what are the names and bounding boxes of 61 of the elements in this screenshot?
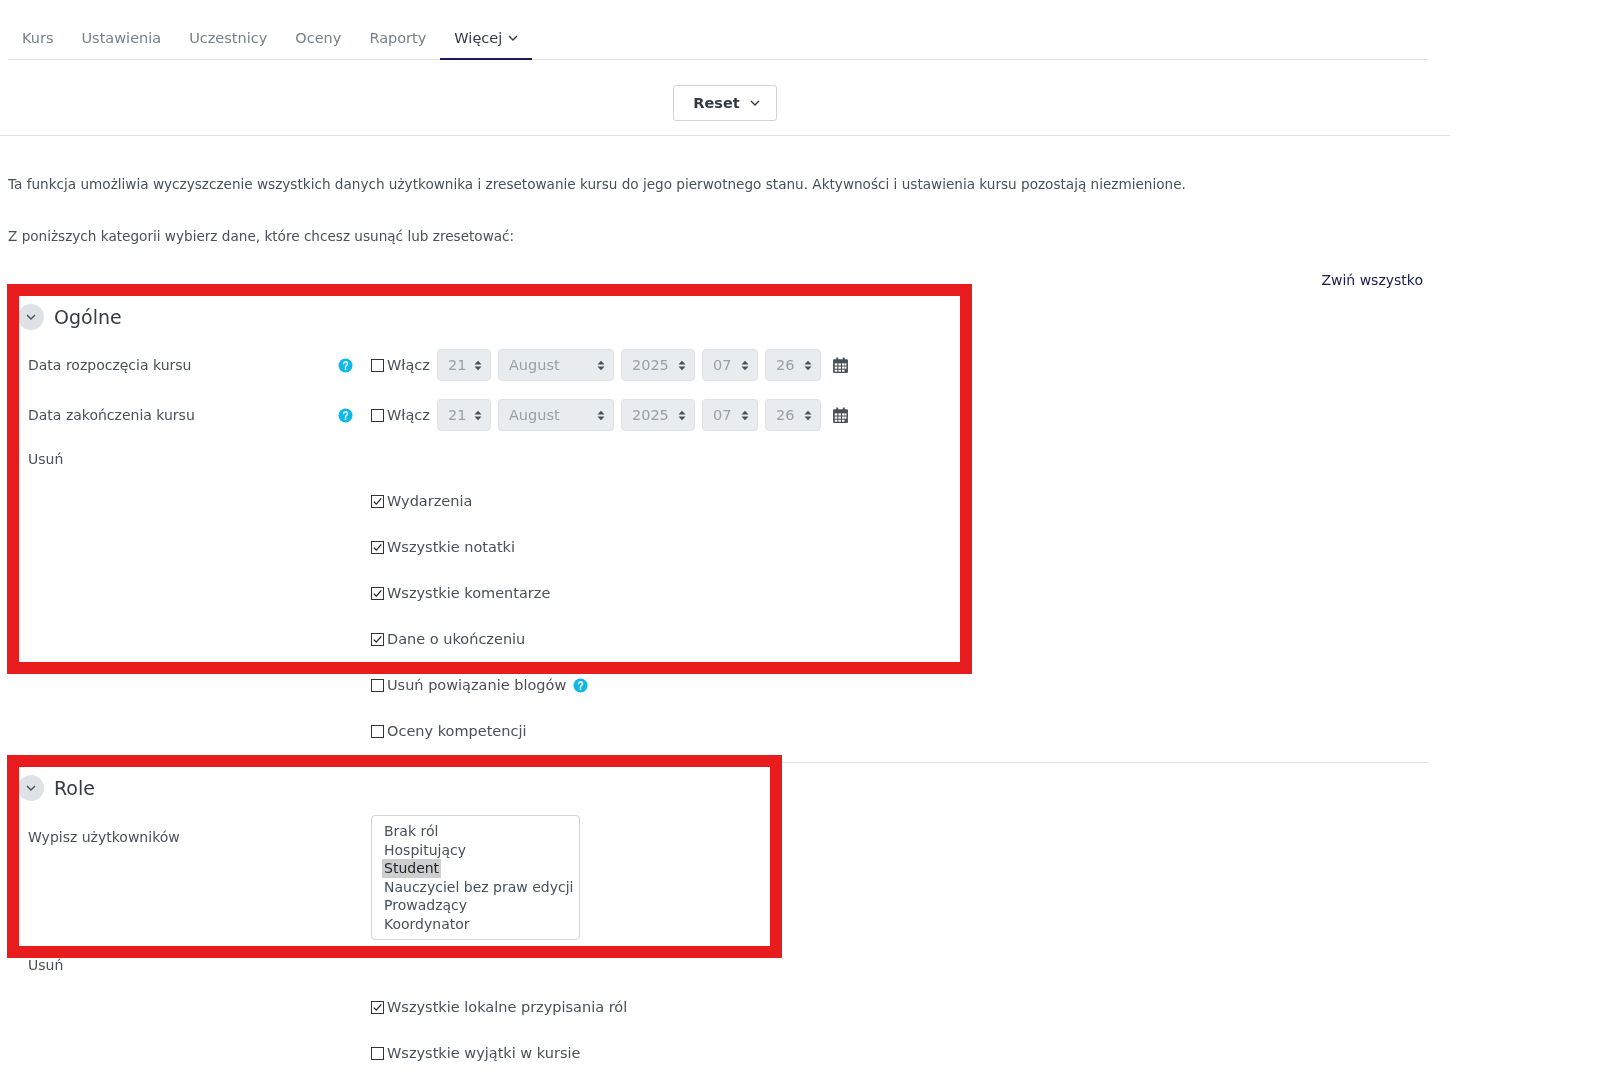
sort-arrows-icon: [677, 359, 686, 371]
field-label: Wypisz użytkowników: [28, 829, 180, 845]
calendar-icon[interactable]: [831, 356, 849, 374]
checkbox[interactable]: [371, 408, 384, 422]
checkbox[interactable]: [371, 358, 384, 372]
checkbox[interactable]: [371, 1046, 384, 1060]
checkbox-label[interactable]: Wszystkie notatki: [371, 539, 516, 555]
checkbox[interactable]: [371, 494, 384, 508]
chevron-icon: [26, 312, 36, 322]
checkbox-label[interactable]: Wydarzenia: [371, 493, 473, 509]
nav-tab[interactable]: Ustawienia: [67, 18, 176, 60]
field-label: Usuń: [28, 957, 64, 973]
list-option[interactable]: Prowadzący: [382, 896, 470, 915]
intro-paragraph: Ta funkcja umożliwia wyczyszczenie wszystkich danych użytkownika i zresetowanie kursu do jego pierwotnego stanu. Aktywności i ustawienia kursu pozostają niezmienione.: [7, 176, 1187, 192]
list-option[interactable]: Brak ról: [382, 822, 441, 841]
calendar-icon[interactable]: [831, 406, 849, 424]
checkbox[interactable]: [371, 540, 384, 554]
list-option[interactable]: Koordynator: [382, 914, 472, 933]
checkbox[interactable]: [371, 678, 384, 692]
nav-tab[interactable]: Więcej: [440, 18, 533, 60]
nav-tab[interactable]: Uczestnicy: [175, 18, 282, 60]
checkbox-label[interactable]: Wszystkie wyjątki w kursie: [371, 1045, 581, 1061]
checkbox-label[interactable]: Wszystkie komentarze: [371, 585, 551, 601]
intro-paragraph: Z poniższych kategorii wybierz dane, które chcesz usunąć lub zresetować:: [7, 228, 516, 244]
nav-tab[interactable]: Raporty: [355, 18, 441, 60]
nav-tab[interactable]: Oceny: [281, 18, 356, 60]
sort-arrows-icon: [596, 409, 605, 421]
field-label: Usuń: [28, 451, 64, 467]
checkbox-label[interactable]: Oceny kompetencji: [371, 723, 527, 739]
field-label: Data rozpoczęcia kursu: [28, 357, 192, 373]
collapse-toggle[interactable]: [18, 304, 44, 330]
checkbox-label[interactable]: Usuń powiązanie blogów: [371, 677, 567, 693]
sort-arrows-icon: [677, 409, 686, 421]
checkbox-label[interactable]: Dane o ukończeniu: [371, 631, 526, 647]
sort-arrows-icon: [740, 359, 749, 371]
caret-icon: [749, 98, 760, 108]
sort-arrows-icon: [740, 409, 749, 421]
role-listbox[interactable]: Brak ról Hospitujący Student Nauczyciel bez praw edycji Prowadzący Koordynator: [371, 815, 580, 940]
list-option[interactable]: Nauczyciel bez praw edycji: [382, 877, 576, 896]
section-title: Ogólne: [54, 306, 122, 328]
checkbox[interactable]: [371, 632, 384, 646]
sort-arrows-icon: [473, 409, 482, 421]
section-title: Role: [54, 777, 95, 799]
sort-arrows-icon: [473, 359, 482, 371]
list-option[interactable]: Student: [382, 859, 442, 878]
checkbox[interactable]: [371, 1000, 384, 1014]
list-option[interactable]: Hospitujący: [382, 840, 468, 859]
enable-checkbox-label[interactable]: Włącz: [371, 357, 430, 373]
checkbox-label[interactable]: Wszystkie lokalne przypisania ról: [371, 999, 628, 1015]
sort-arrows-icon: [596, 359, 605, 371]
sort-arrows-icon: [803, 359, 812, 371]
collapse-all-link[interactable]: Zwiń wszystko: [1321, 272, 1423, 288]
checkbox[interactable]: [371, 724, 384, 738]
checkbox[interactable]: [371, 586, 384, 600]
reset-menu-button[interactable]: Reset: [673, 85, 777, 121]
collapse-toggle[interactable]: [18, 775, 44, 801]
sort-arrows-icon: [803, 409, 812, 421]
enable-checkbox-label[interactable]: Włącz: [371, 407, 430, 423]
nav-tab[interactable]: Kurs: [8, 18, 68, 60]
field-label: Data zakończenia kursu: [28, 407, 195, 423]
chevron-icon: [26, 783, 36, 793]
